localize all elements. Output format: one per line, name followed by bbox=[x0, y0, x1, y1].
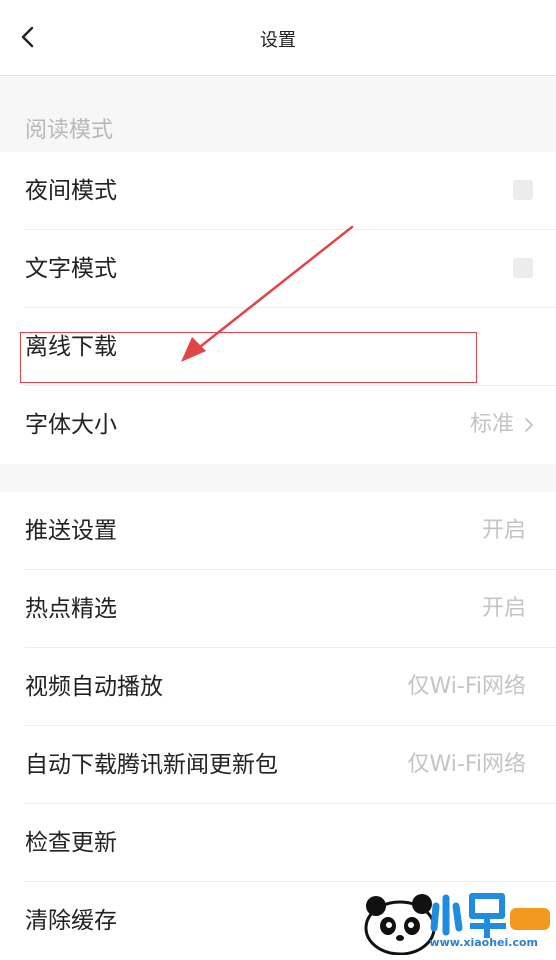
setting-value: 开启 bbox=[481, 518, 526, 543]
setting-label: 推送设置 bbox=[25, 518, 117, 544]
setting-label: 字体大小 bbox=[25, 412, 117, 438]
night-mode-checkbox[interactable] bbox=[513, 180, 533, 200]
nav-bar: 设置 bbox=[0, 0, 556, 76]
setting-label: 自动下载腾讯新闻更新包 bbox=[25, 752, 278, 778]
text-mode-checkbox[interactable] bbox=[513, 258, 533, 278]
page-title: 设置 bbox=[260, 30, 296, 51]
setting-label: 清除缓存 bbox=[25, 908, 117, 934]
chevron-right-icon bbox=[525, 418, 533, 432]
setting-label: 检查更新 bbox=[25, 830, 117, 856]
setting-label: 夜间模式 bbox=[25, 178, 117, 204]
setting-row-hot-picks[interactable]: 热点精选 开启 bbox=[0, 570, 556, 648]
setting-row-text-mode[interactable]: 文字模式 bbox=[0, 230, 556, 308]
setting-row-check-update[interactable]: 检查更新 bbox=[0, 804, 556, 882]
setting-row-auto-download-update[interactable]: 自动下载腾讯新闻更新包 仅Wi-Fi网络 bbox=[0, 726, 556, 804]
group-gap bbox=[0, 464, 556, 492]
setting-value: 开启 bbox=[481, 596, 526, 621]
setting-row-video-autoplay[interactable]: 视频自动播放 仅Wi-Fi网络 bbox=[0, 648, 556, 726]
watermark-logo: www.xiaohei.com bbox=[360, 886, 556, 956]
setting-row-night-mode[interactable]: 夜间模式 bbox=[0, 152, 556, 230]
setting-label: 视频自动播放 bbox=[25, 674, 163, 700]
setting-label: 文字模式 bbox=[25, 256, 117, 282]
setting-row-push[interactable]: 推送设置 开启 bbox=[0, 492, 556, 570]
setting-row-font-size[interactable]: 字体大小 标准 bbox=[0, 386, 556, 464]
setting-value: 标准 bbox=[469, 412, 514, 437]
section-title: 阅读模式 bbox=[25, 118, 114, 143]
setting-row-offline-download[interactable]: 离线下载 bbox=[0, 308, 556, 386]
setting-value: 仅Wi-Fi网络 bbox=[407, 752, 527, 777]
watermark-site: www.xiaohei.com bbox=[429, 936, 538, 949]
setting-value: 仅Wi-Fi网络 bbox=[407, 674, 527, 699]
setting-label: 热点精选 bbox=[25, 596, 117, 622]
setting-label: 离线下载 bbox=[25, 334, 117, 360]
